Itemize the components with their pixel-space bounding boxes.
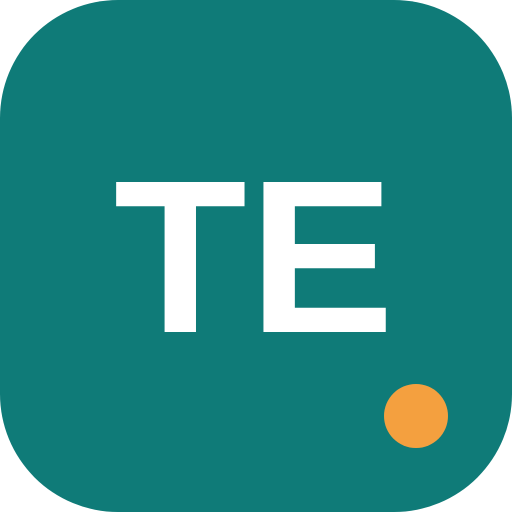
notification-dot-icon xyxy=(384,384,448,448)
app-icon[interactable]: TE xyxy=(0,0,512,512)
